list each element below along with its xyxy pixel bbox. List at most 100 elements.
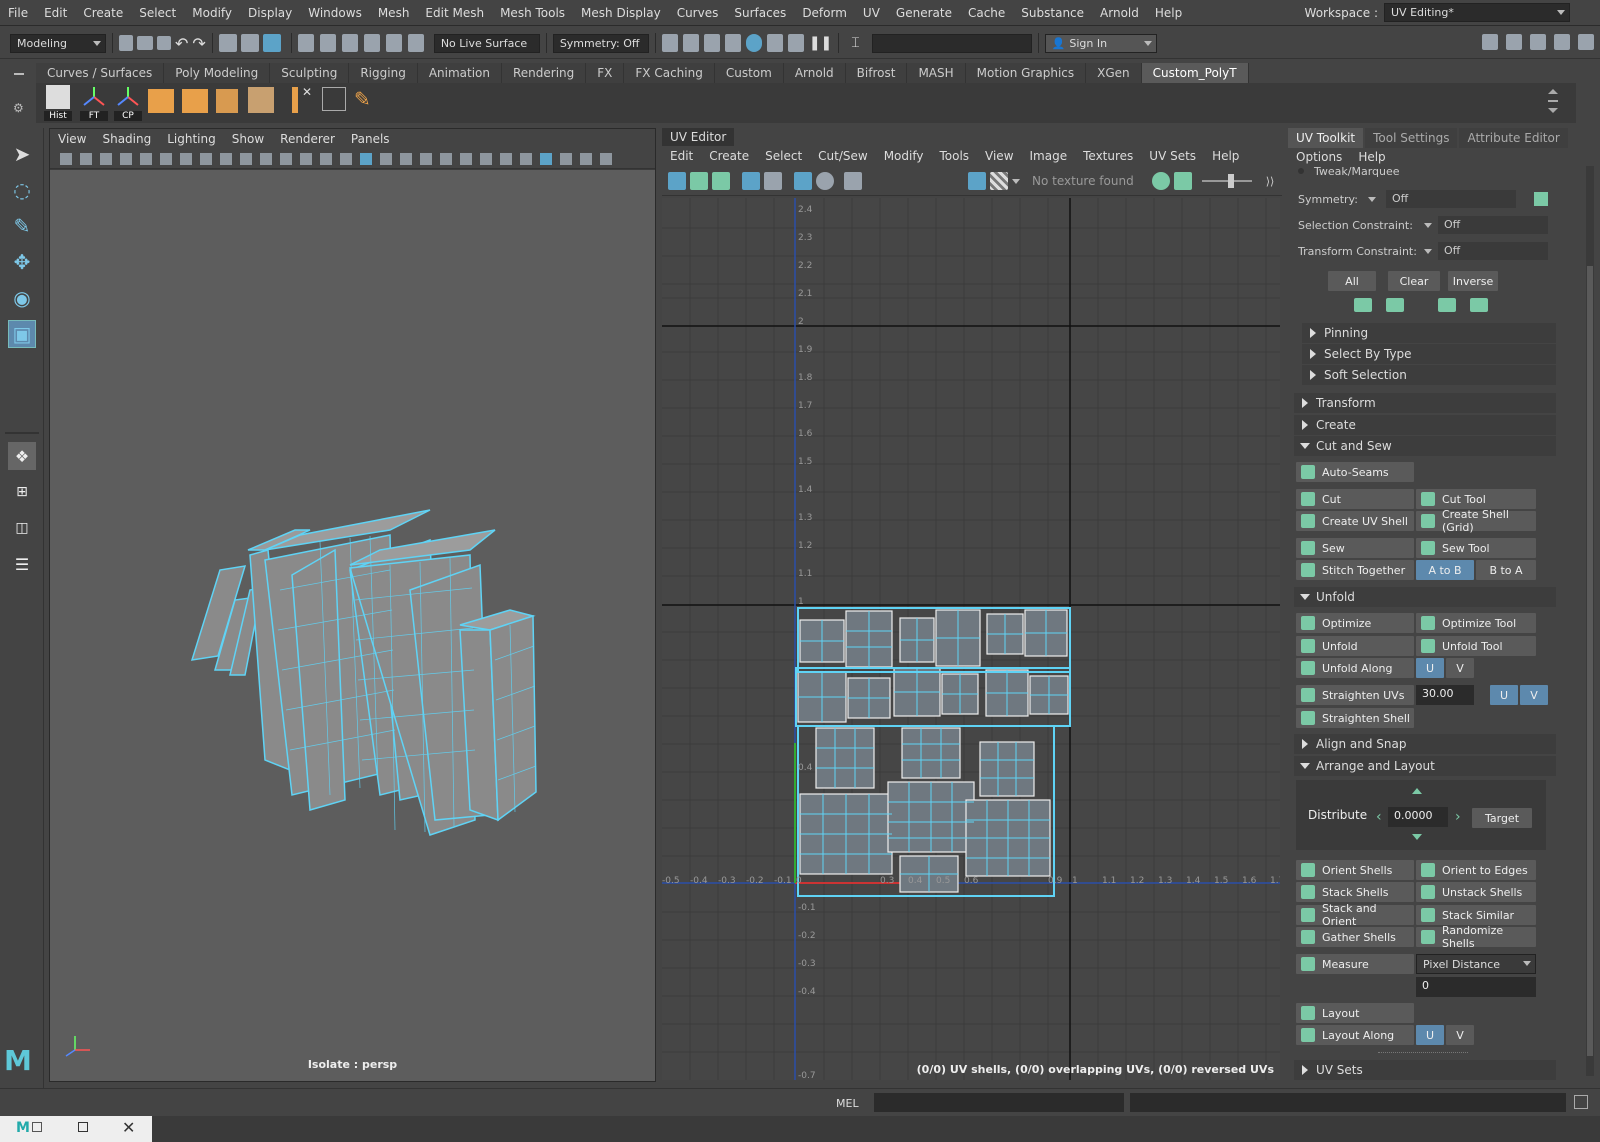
uv-toolkit-scrollbar[interactable]: [1586, 166, 1594, 1076]
transform-section[interactable]: Transform: [1294, 393, 1556, 413]
symmetry-toggle-icon[interactable]: [1534, 192, 1548, 206]
viewport-menu-renderer[interactable]: Renderer: [272, 132, 343, 146]
cut-tool-button[interactable]: Cut Tool: [1416, 489, 1536, 509]
close-window-icon[interactable]: ✕: [122, 1118, 135, 1137]
toolkit-menu-help[interactable]: Help: [1350, 148, 1393, 166]
restore-window-icon[interactable]: [32, 1122, 42, 1132]
menu-windows[interactable]: Windows: [300, 6, 370, 20]
bridge-icon[interactable]: [216, 89, 238, 113]
optimize-button[interactable]: Optimize: [1296, 613, 1414, 633]
uv-select-shell-icon[interactable]: [668, 172, 686, 190]
multisample-aa-icon[interactable]: [500, 153, 512, 165]
layout-button[interactable]: Layout: [1296, 1003, 1414, 1023]
auto-seams-button[interactable]: Auto-Seams: [1296, 462, 1414, 482]
menu-arnold[interactable]: Arnold: [1092, 6, 1147, 20]
toolkit-menu-options[interactable]: Options: [1288, 148, 1350, 166]
straighten-uvs-button[interactable]: Straighten UVs: [1296, 685, 1414, 705]
field-chart-icon[interactable]: [280, 153, 292, 165]
shelf-tab-motion-graphics[interactable]: Motion Graphics: [965, 63, 1087, 83]
history-icon[interactable]: [46, 85, 70, 109]
straighten-v-button[interactable]: V: [1520, 685, 1548, 705]
soft-selection-section[interactable]: Soft Selection: [1302, 365, 1556, 385]
tool-settings-icon[interactable]: [1530, 34, 1546, 50]
two-pane-layout-icon[interactable]: ◫: [8, 514, 36, 542]
lasso-tool-icon[interactable]: ◌: [8, 176, 36, 204]
menu-uv[interactable]: UV: [855, 6, 888, 20]
safe-action-icon[interactable]: [300, 153, 312, 165]
input-line-icon[interactable]: ⌶: [851, 35, 859, 51]
ipr-render-icon[interactable]: [703, 34, 720, 52]
toolkit-tab-uv-toolkit[interactable]: UV Toolkit: [1288, 128, 1364, 148]
uv-snapshot-icon[interactable]: [844, 172, 862, 190]
freeze-transform-icon[interactable]: [82, 85, 106, 109]
input-line-field[interactable]: [871, 33, 1032, 53]
menu-modify[interactable]: Modify: [184, 6, 240, 20]
gate-mask-icon[interactable]: [260, 153, 272, 165]
uv-grid-icon[interactable]: [742, 172, 760, 190]
menu-mesh-tools[interactable]: Mesh Tools: [492, 6, 573, 20]
2d-pan-zoom-icon[interactable]: [180, 153, 192, 165]
distribute-target-button[interactable]: Target: [1472, 808, 1532, 828]
menu-mesh-display[interactable]: Mesh Display: [573, 6, 669, 20]
stack-similar-button[interactable]: Stack Similar: [1416, 905, 1536, 925]
unfold-along-v-button[interactable]: V: [1446, 658, 1474, 678]
exposure-slider[interactable]: [1201, 174, 1252, 188]
unstack-shells-button[interactable]: Unstack Shells: [1416, 882, 1536, 902]
script-editor-icon[interactable]: [1574, 1095, 1588, 1109]
menu-surfaces[interactable]: Surfaces: [726, 6, 794, 20]
shelf-tab-animation[interactable]: Animation: [417, 63, 502, 83]
straighten-shell-button[interactable]: Straighten Shell: [1296, 708, 1414, 728]
transform-constraint-field[interactable]: Off: [1438, 242, 1548, 260]
uv-menu-edit[interactable]: Edit: [662, 149, 701, 163]
insert-edge-loop-icon[interactable]: [322, 87, 346, 111]
use-all-lights-icon[interactable]: [420, 153, 432, 165]
optimize-tool-button[interactable]: Optimize Tool: [1416, 613, 1536, 633]
menu-help[interactable]: Help: [1147, 6, 1190, 20]
toolkit-tab-attribute-editor[interactable]: Attribute Editor: [1459, 128, 1568, 148]
isolate-select-icon[interactable]: [540, 153, 552, 165]
create-uv-shell-button[interactable]: Create UV Shell: [1296, 511, 1414, 531]
bevel-icon[interactable]: [182, 89, 208, 113]
paint-select-icon[interactable]: ✎: [8, 212, 36, 240]
select-inverse-button[interactable]: Inverse: [1448, 271, 1498, 291]
render-view-icon[interactable]: [661, 34, 678, 52]
distribute-up-icon[interactable]: [1412, 788, 1422, 794]
select-hierarchy-icon[interactable]: [218, 34, 237, 52]
viewport-menu-panels[interactable]: Panels: [343, 132, 398, 146]
shelf-tab-rendering[interactable]: Rendering: [502, 63, 587, 83]
stitch-together-button[interactable]: Stitch Together: [1296, 560, 1414, 580]
shelf-tab-custom-polyt[interactable]: Custom_PolyT: [1141, 63, 1249, 83]
motion-blur-icon[interactable]: [480, 153, 492, 165]
menu-display[interactable]: Display: [240, 6, 300, 20]
uv-menu-modify[interactable]: Modify: [876, 149, 932, 163]
outliner-toggle-icon[interactable]: [1578, 34, 1594, 50]
shelf-tab-poly-modeling[interactable]: Poly Modeling: [164, 63, 271, 83]
scale-tool-icon[interactable]: ▣: [8, 320, 36, 348]
pause-icon[interactable]: ❚❚: [809, 35, 832, 51]
extrude-icon[interactable]: [148, 89, 174, 113]
snap-view-plane-icon[interactable]: [363, 34, 380, 52]
render-setup-icon[interactable]: [766, 34, 783, 52]
layout-along-button[interactable]: Layout Along: [1296, 1025, 1414, 1045]
texture-tiling-icon[interactable]: [1151, 172, 1170, 190]
smooth-shade-icon[interactable]: [360, 153, 372, 165]
chevron-down-icon[interactable]: [1424, 249, 1432, 254]
measure-mode-dropdown[interactable]: Pixel Distance: [1416, 954, 1536, 974]
select-tool-icon[interactable]: ➤: [8, 140, 36, 168]
menu-edit[interactable]: Edit: [36, 6, 75, 20]
shelf-tab-mash[interactable]: MASH: [907, 63, 966, 83]
snap-curve-icon[interactable]: [319, 34, 336, 52]
viewport-menu-show[interactable]: Show: [224, 132, 272, 146]
layout-along-v-button[interactable]: V: [1446, 1025, 1474, 1045]
toolbar-expand-icon[interactable]: ⟩⟩: [1266, 175, 1275, 188]
b-to-a-button[interactable]: B to A: [1476, 560, 1536, 580]
viewport-menu-view[interactable]: View: [50, 132, 94, 146]
uv-menu-select[interactable]: Select: [757, 149, 810, 163]
arrange-and-layout-section[interactable]: Arrange and Layout: [1294, 756, 1556, 776]
viewport-menu-shading[interactable]: Shading: [94, 132, 159, 146]
wireframe-icon[interactable]: [340, 153, 352, 165]
wireframe-on-shaded-icon[interactable]: [380, 153, 392, 165]
stack-shells-button[interactable]: Stack Shells: [1296, 882, 1414, 902]
workspace-dropdown[interactable]: UV Editing*: [1384, 3, 1570, 22]
uv-pixel-snap-icon[interactable]: [764, 172, 782, 190]
